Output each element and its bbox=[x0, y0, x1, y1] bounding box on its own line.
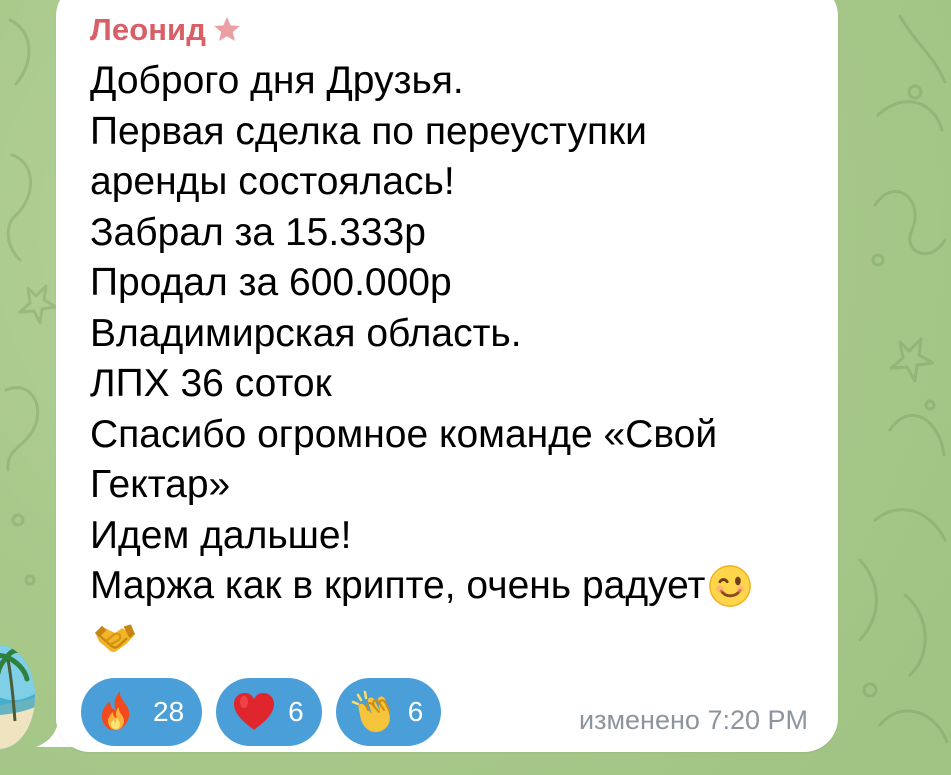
reaction-fire-count: 28 bbox=[153, 696, 185, 727]
message-line-5: Продал за 600.000р bbox=[90, 261, 452, 304]
message-line-2: Первая сделка по переуступки bbox=[90, 109, 647, 153]
fire-icon bbox=[101, 691, 130, 731]
reaction-clapping[interactable]: 6 bbox=[335, 678, 442, 746]
handshake-emoji bbox=[94, 624, 136, 653]
message-time: 7:20 PM bbox=[707, 705, 808, 735]
message-line-7: ЛПХ 36 соток bbox=[90, 362, 332, 405]
sender-name[interactable]: Леонид bbox=[90, 13, 206, 47]
message-meta: изменено 7:20 PM bbox=[579, 705, 808, 735]
message-line-11: Маржа как в крипте, очень радует bbox=[90, 561, 820, 612]
reaction-clapping-count: 6 bbox=[407, 696, 424, 727]
message-line-10: Идем дальше! bbox=[90, 513, 352, 557]
edited-status: изменено bbox=[579, 705, 700, 735]
message-line-3: аренды состоялась! bbox=[90, 160, 455, 203]
star-icon bbox=[214, 16, 240, 42]
red-heart-icon bbox=[234, 693, 275, 730]
clapping-hands-icon bbox=[351, 690, 390, 733]
message-line-8: Спасибо огромное команде «Свой bbox=[90, 412, 718, 456]
message-line-1: Доброго дня Друзья. bbox=[90, 59, 464, 102]
reaction-heart[interactable]: 6 bbox=[216, 678, 322, 746]
message-bubble[interactable]: Леонид Доброго дня Друзья. Первая сделка… bbox=[56, 0, 838, 752]
chat-background: Леонид Доброго дня Друзья. Первая сделка… bbox=[0, 0, 951, 775]
message-line-4: Забрал за 15.333р bbox=[90, 210, 426, 254]
sender-row: Леонид bbox=[90, 9, 244, 51]
message-line-11-text: Маржа как в крипте, очень радует bbox=[90, 564, 706, 607]
reaction-fire[interactable]: 28 bbox=[81, 678, 203, 746]
message-line-9: Гектар» bbox=[90, 463, 231, 506]
winking-face-emoji bbox=[709, 565, 752, 608]
message-emoji-line bbox=[90, 612, 820, 662]
reactions-bar: 28 6 6 bbox=[81, 678, 442, 746]
message-line-6: Владимирская область. bbox=[90, 311, 522, 355]
message-text: Доброго дня Друзья. Первая сделка по пер… bbox=[90, 56, 820, 662]
reaction-heart-count: 6 bbox=[288, 696, 304, 727]
sender-avatar[interactable] bbox=[0, 645, 35, 749]
